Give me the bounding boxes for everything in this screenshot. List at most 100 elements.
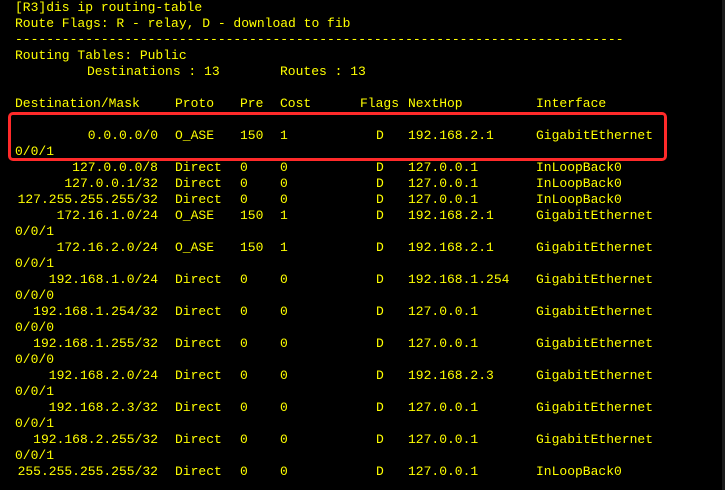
- route-interface: InLoopBack0: [536, 176, 622, 191]
- route-destination: 255.255.255.255/32: [17, 464, 158, 479]
- route-cost: 0: [280, 432, 288, 447]
- route-cost: 0: [280, 192, 288, 207]
- route-destination: 192.168.2.0/24: [48, 368, 158, 383]
- route-cost: 0: [280, 160, 288, 175]
- route-pre: 0: [240, 160, 248, 175]
- route-destination: 192.168.1.255/32: [33, 336, 158, 351]
- route-interface: GigabitEthernet: [536, 400, 654, 415]
- route-proto: Direct: [175, 272, 222, 287]
- route-interface: InLoopBack0: [536, 192, 622, 207]
- table-row: 172.16.1.0/24 O_ASE 150 1 D 192.168.2.1 Gigabi…: [0, 208, 725, 224]
- table-row: 192.168.2.3/32 Direct 0 0 D 127.0.0.1 GigabitE…: [0, 400, 725, 416]
- route-nexthop: 127.0.0.1: [408, 464, 479, 479]
- route-nexthop: 192.168.2.3: [408, 368, 494, 383]
- route-interface-wrap: 0/0/1: [15, 224, 55, 239]
- route-nexthop: 192.168.2.1: [408, 208, 494, 223]
- route-cost: 0: [280, 304, 288, 319]
- table-header: Destination/Mask Proto Pre Cost Flags Ne…: [0, 96, 725, 112]
- route-flags: D: [376, 272, 384, 287]
- terminal-window[interactable]: [R3]dis ip routing-table Route Flags: R …: [0, 0, 725, 490]
- route-cost: 0: [280, 176, 288, 191]
- table-row: 127.0.0.0/8 Direct 0 0 D 127.0.0.1 InLoopBack0: [0, 160, 725, 176]
- header-interface: Interface: [536, 96, 607, 111]
- route-cost: 1: [280, 208, 288, 223]
- route-flags: D: [376, 400, 384, 415]
- route-destination: 192.168.1.254/32: [33, 304, 158, 319]
- route-nexthop: 127.0.0.1: [408, 432, 479, 447]
- route-destination: 172.16.1.0/24: [56, 208, 158, 223]
- route-cost: 0: [280, 368, 288, 383]
- route-pre: 0: [240, 176, 248, 191]
- route-flags-legend: Route Flags: R - relay, D - download to …: [15, 16, 351, 31]
- route-interface-wrap: 0/0/1: [15, 144, 55, 159]
- table-row: 255.255.255.255/32 Direct 0 0 D 127.0.0.1 InLo…: [0, 464, 725, 480]
- route-nexthop: 127.0.0.1: [408, 160, 479, 175]
- table-row: 192.168.2.255/32 Direct 0 0 D 127.0.0.1 Gigabi…: [0, 432, 725, 448]
- route-flags: D: [376, 192, 384, 207]
- table-row: 127.255.255.255/32 Direct 0 0 D 127.0.0.1 InLo…: [0, 192, 725, 208]
- separator-line: ----------------------------------------…: [15, 32, 624, 47]
- table-row: 0.0.0.0/0 O_ASE 150 1 D 192.168.2.1 GigabitEth…: [0, 128, 725, 144]
- route-nexthop: 127.0.0.1: [408, 336, 479, 351]
- route-flags: D: [376, 208, 384, 223]
- route-nexthop: 127.0.0.1: [408, 176, 479, 191]
- route-interface: GigabitEthernet: [536, 304, 654, 319]
- route-destination: 127.255.255.255/32: [17, 192, 158, 207]
- route-destination: 192.168.2.3/32: [48, 400, 158, 415]
- route-destination: 172.16.2.0/24: [56, 240, 158, 255]
- header-cost: Cost: [280, 96, 312, 111]
- route-interface-wrap: 0/0/0: [15, 288, 55, 303]
- route-flags: D: [376, 128, 384, 143]
- route-flags: D: [376, 368, 384, 383]
- route-interface-wrap: 0/0/1: [15, 448, 55, 463]
- route-proto: Direct: [175, 192, 222, 207]
- table-row: 192.168.1.255/32 Direct 0 0 D 127.0.0.1 Gigabi…: [0, 336, 725, 352]
- header-nexthop: NextHop: [408, 96, 463, 111]
- route-proto: Direct: [175, 160, 222, 175]
- route-proto: Direct: [175, 336, 222, 351]
- table-row: 127.0.0.1/32 Direct 0 0 D 127.0.0.1 InLoopBack…: [0, 176, 725, 192]
- route-interface-wrap: 0/0/0: [15, 352, 55, 367]
- route-flags: D: [376, 176, 384, 191]
- header-pre: Pre: [240, 96, 264, 111]
- route-interface-wrap: 0/0/0: [15, 320, 55, 335]
- route-interface: GigabitEthernet: [536, 272, 654, 287]
- route-cost: 0: [280, 336, 288, 351]
- route-nexthop: 127.0.0.1: [408, 192, 479, 207]
- route-pre: 150: [240, 240, 264, 255]
- route-pre: 150: [240, 208, 264, 223]
- route-proto: Direct: [175, 304, 222, 319]
- route-interface-wrap: 0/0/1: [15, 416, 55, 431]
- header-flags: Flags: [360, 96, 400, 111]
- route-proto: Direct: [175, 464, 222, 479]
- routing-tables-label: Routing Tables: Public: [15, 48, 187, 63]
- route-cost: 1: [280, 240, 288, 255]
- table-row: 192.168.1.0/24 Direct 0 0 D 192.168.1.254 Giga…: [0, 272, 725, 288]
- route-nexthop: 127.0.0.1: [408, 400, 479, 415]
- route-interface-wrap: 0/0/1: [15, 256, 55, 271]
- route-flags: D: [376, 160, 384, 175]
- route-pre: 0: [240, 400, 248, 415]
- route-flags: D: [376, 304, 384, 319]
- route-proto: Direct: [175, 432, 222, 447]
- route-proto: O_ASE: [175, 128, 215, 143]
- route-interface: GigabitEthernet: [536, 432, 654, 447]
- route-interface: GigabitEthernet: [536, 336, 654, 351]
- route-interface: GigabitEthernet: [536, 240, 654, 255]
- route-interface: InLoopBack0: [536, 160, 622, 175]
- route-pre: 0: [240, 272, 248, 287]
- destinations-count: Destinations : 13: [87, 64, 220, 79]
- route-pre: 0: [240, 304, 248, 319]
- route-flags: D: [376, 432, 384, 447]
- route-flags: D: [376, 464, 384, 479]
- route-proto: O_ASE: [175, 240, 215, 255]
- route-pre: 0: [240, 432, 248, 447]
- route-interface: GigabitEthernet: [536, 128, 654, 143]
- route-nexthop: 127.0.0.1: [408, 304, 479, 319]
- route-proto: Direct: [175, 176, 222, 191]
- header-proto: Proto: [175, 96, 215, 111]
- route-interface: InLoopBack0: [536, 464, 622, 479]
- route-interface: GigabitEthernet: [536, 208, 654, 223]
- table-row: 192.168.1.254/32 Direct 0 0 D 127.0.0.1 Gigabi…: [0, 304, 725, 320]
- route-proto: Direct: [175, 400, 222, 415]
